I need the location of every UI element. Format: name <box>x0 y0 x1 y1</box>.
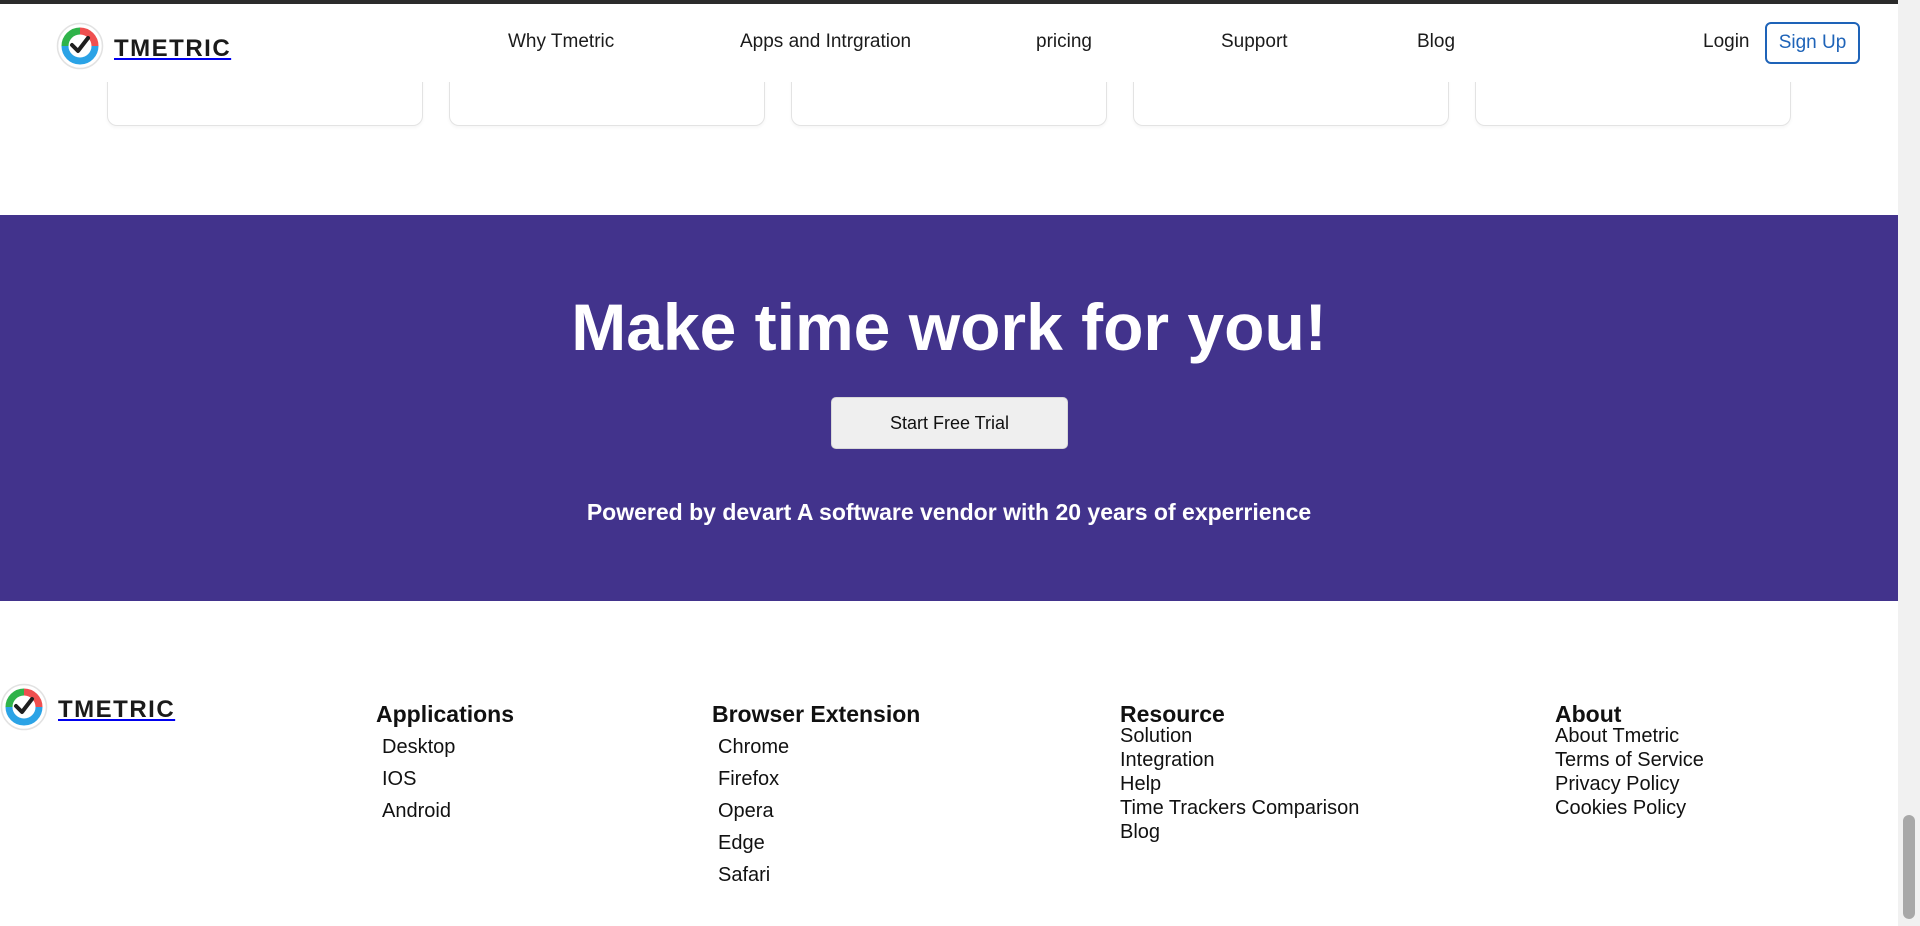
footer-link-safari[interactable]: Safari <box>718 864 770 886</box>
footer-link-opera[interactable]: Opera <box>718 800 774 822</box>
footer-link-time-trackers-comparison[interactable]: Time Trackers Comparison <box>1120 797 1359 819</box>
footer-heading: Browser Extension <box>712 701 921 727</box>
footer-link-about-tmetric[interactable]: About Tmetric <box>1555 725 1679 747</box>
footer-link-blog[interactable]: Blog <box>1120 821 1160 843</box>
cta-title: Make time work for you! <box>571 290 1327 364</box>
footer-link-help[interactable]: Help <box>1120 773 1161 795</box>
footer-heading: Resource <box>1120 701 1225 727</box>
footer-heading: About <box>1555 701 1622 727</box>
footer-link-ios[interactable]: IOS <box>382 768 416 790</box>
footer-column-browser-extension: Browser Extension Chrome Firefox Opera E… <box>712 700 920 892</box>
footer-column-applications: Applications Desktop IOS Android <box>376 700 514 828</box>
nav-support[interactable]: Support <box>1221 31 1288 53</box>
footer-link-solution[interactable]: Solution <box>1120 725 1192 747</box>
footer-link-terms-of-service[interactable]: Terms of Service <box>1555 749 1704 771</box>
footer-link-chrome[interactable]: Chrome <box>718 736 789 758</box>
nav-apps-integration[interactable]: Apps and Intrgration <box>740 31 911 53</box>
tmetric-logo-icon <box>0 683 48 736</box>
brand-logo-link[interactable]: TMETRIC <box>56 22 231 75</box>
footer-link-desktop[interactable]: Desktop <box>382 736 455 758</box>
cta-tagline: Powered by devart A software vendor with… <box>586 499 1312 525</box>
brand-name: TMETRIC <box>114 34 232 62</box>
tmetric-logo-icon <box>56 22 104 75</box>
footer-column-about: About About Tmetric Terms of Service Pri… <box>1555 700 1704 821</box>
cta-section: Make time work for you! Start Free Trial… <box>0 215 1898 601</box>
nav-pricing[interactable]: pricing <box>1036 31 1092 53</box>
page-scrollbar[interactable] <box>1898 0 1920 926</box>
footer-link-firefox[interactable]: Firefox <box>718 768 779 790</box>
site-header: TMETRIC Why Tmetric Apps and Intrgration… <box>0 4 1898 82</box>
footer-logo-link[interactable]: TMETRIC <box>0 683 175 736</box>
signup-button[interactable]: Sign Up <box>1765 22 1860 64</box>
start-free-trial-button[interactable]: Start Free Trial <box>831 397 1068 449</box>
footer-link-privacy-policy[interactable]: Privacy Policy <box>1555 773 1679 795</box>
footer-column-resource: Resource Solution Integration Help Time … <box>1120 700 1359 845</box>
footer-link-integration[interactable]: Integration <box>1120 749 1215 771</box>
scrollbar-thumb[interactable] <box>1903 815 1915 919</box>
footer-brand-name: TMETRIC <box>58 695 176 723</box>
login-link[interactable]: Login <box>1703 31 1750 53</box>
nav-why-tmetric[interactable]: Why Tmetric <box>508 31 614 53</box>
footer-heading: Applications <box>376 701 515 727</box>
footer-link-cookies-policy[interactable]: Cookies Policy <box>1555 797 1686 819</box>
nav-blog[interactable]: Blog <box>1417 31 1455 53</box>
footer-link-android[interactable]: Android <box>382 800 451 822</box>
footer-link-edge[interactable]: Edge <box>718 832 765 854</box>
